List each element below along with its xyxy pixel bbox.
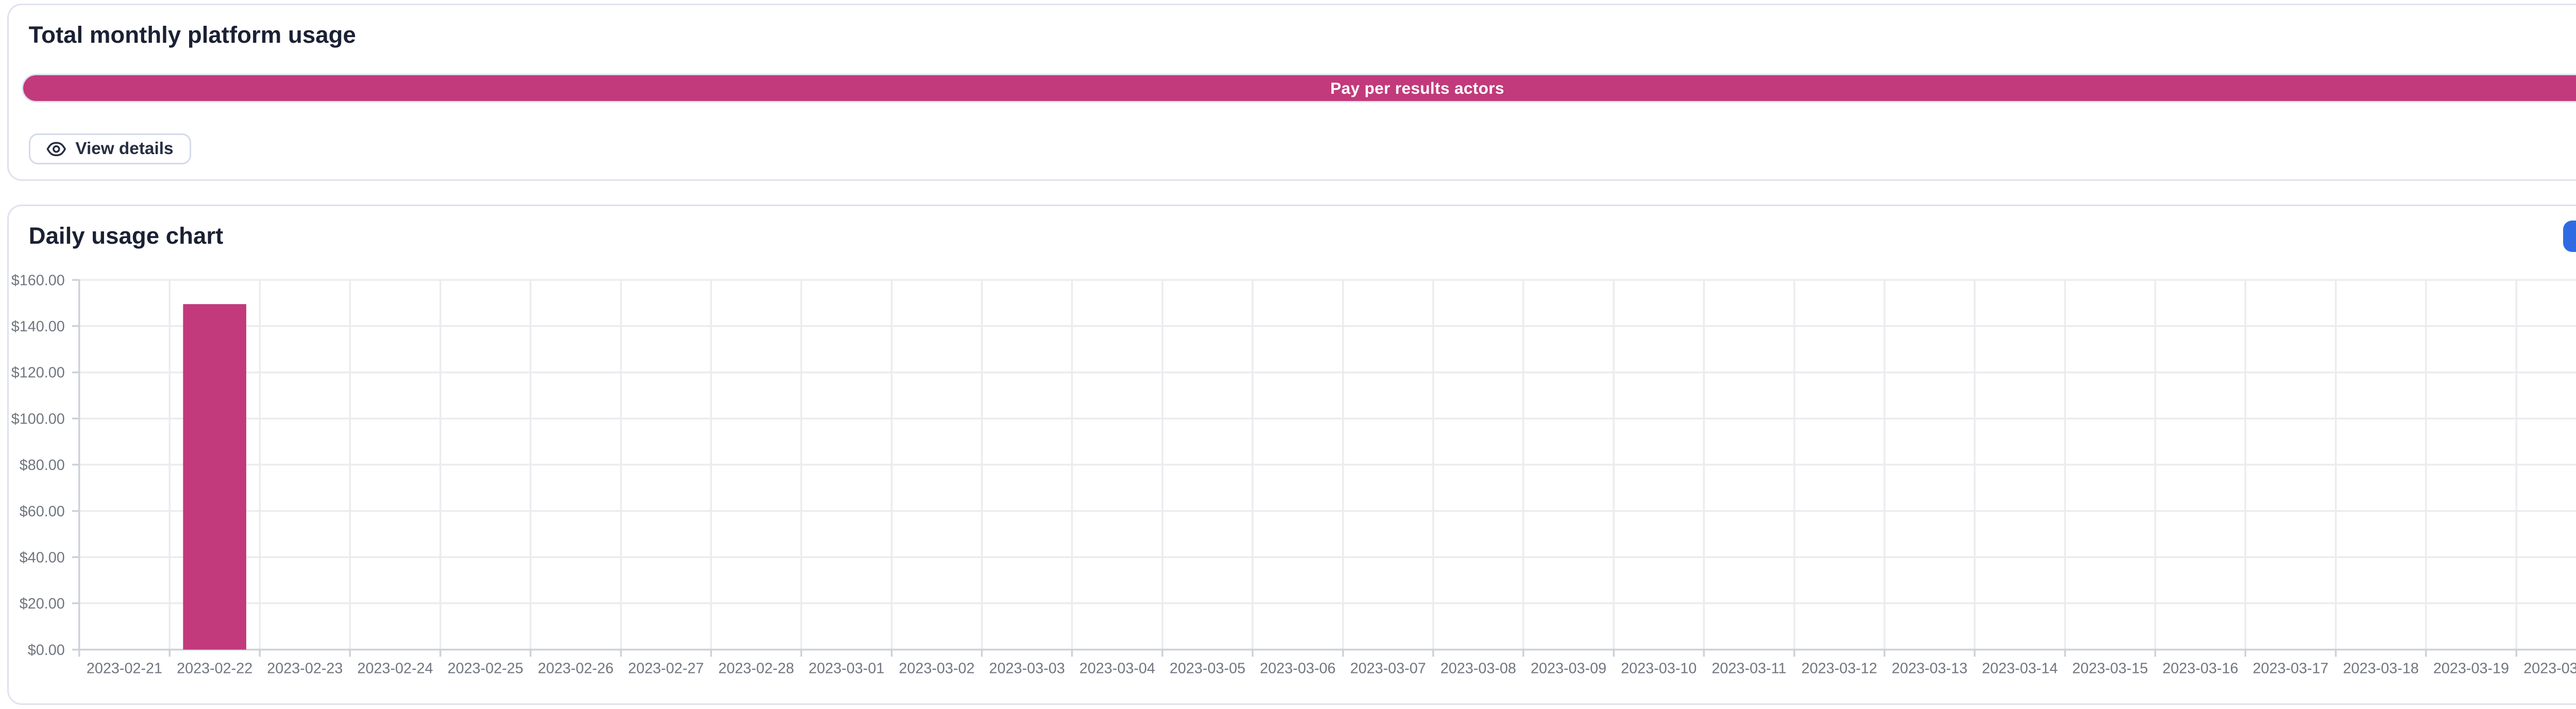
eye-icon [46, 139, 66, 159]
x-axis-label: 2023-03-16 [2162, 661, 2238, 677]
x-axis-label: 2023-03-09 [1531, 661, 1606, 677]
chart-bar[interactable] [183, 304, 246, 649]
x-axis-label: 2023-03-14 [1982, 661, 2058, 677]
monthly-usage-title: Total monthly platform usage [29, 22, 356, 48]
y-axis-label: $160.00 [11, 273, 65, 289]
y-axis-label: $80.00 [20, 457, 65, 474]
x-axis-label: 2023-03-04 [1079, 661, 1155, 677]
x-axis-label: 2023-02-26 [538, 661, 614, 677]
x-axis-label: 2023-03-03 [989, 661, 1065, 677]
y-axis-label: $60.00 [20, 503, 65, 520]
daily-chart-header: Daily usage chart Absolute Cumulative [9, 206, 2576, 252]
x-axis-label: 2023-03-11 [1711, 661, 1786, 677]
daily-usage-card: Daily usage chart Absolute Cumulative $0… [7, 205, 2576, 705]
x-axis-label: 2023-02-24 [358, 661, 433, 677]
x-axis-label: 2023-03-20 [2523, 661, 2576, 677]
y-axis-label: $20.00 [20, 596, 65, 612]
view-details-label: View details [75, 139, 173, 159]
y-axis-label: $40.00 [20, 550, 65, 566]
x-axis-label: 2023-03-17 [2253, 661, 2329, 677]
x-axis-label: 2023-03-06 [1260, 661, 1335, 677]
view-details-button[interactable]: View details [29, 133, 191, 164]
total-monthly-usage-card: Total monthly platform usage $150.00 Pay… [7, 4, 2576, 181]
daily-chart-title: Daily usage chart [29, 223, 224, 249]
x-axis-label: 2023-03-08 [1440, 661, 1516, 677]
y-axis-label: $100.00 [11, 411, 65, 428]
usage-progress-fill[interactable]: Pay per results actors [23, 75, 2576, 101]
usage-bar-label: Pay per results actors [1330, 79, 1504, 98]
usage-progress-bar[interactable]: Pay per results actors [22, 74, 2576, 103]
usage-dashboard: Total monthly platform usage $150.00 Pay… [0, 0, 2576, 708]
view-mode-toggle: Absolute Cumulative [2563, 221, 2576, 252]
x-axis-label: 2023-03-01 [808, 661, 884, 677]
x-axis-label: 2023-02-21 [87, 661, 162, 677]
x-axis-label: 2023-03-19 [2433, 661, 2509, 677]
chart-area: $0.00 $20.00 $40.00 $60.00 $80.00 $100.00 $120… [9, 255, 2576, 699]
x-axis-label: 2023-03-10 [1621, 661, 1697, 677]
x-axis-label: 2023-02-27 [628, 661, 704, 677]
x-axis-label: 2023-03-13 [1892, 661, 1968, 677]
x-axis-label: 2023-03-18 [2343, 661, 2419, 677]
x-axis-label: 2023-03-12 [1802, 661, 1877, 677]
x-axis-label: 2023-03-02 [899, 661, 975, 677]
y-axis-label: $120.00 [11, 365, 65, 381]
toggle-absolute-button[interactable]: Absolute [2563, 221, 2576, 252]
x-axis-label: 2023-03-07 [1350, 661, 1426, 677]
daily-usage-chart: $0.00 $20.00 $40.00 $60.00 $80.00 $100.00 $120… [9, 255, 2576, 688]
x-axis-label: 2023-02-23 [267, 661, 343, 677]
x-axis-label: 2023-02-22 [177, 661, 252, 677]
x-axis-label: 2023-02-25 [448, 661, 523, 677]
x-axis-label: 2023-03-05 [1170, 661, 1245, 677]
x-axis-label: 2023-02-28 [718, 661, 794, 677]
y-axis-label: $140.00 [11, 318, 65, 335]
x-axis-label: 2023-03-15 [2072, 661, 2148, 677]
y-axis-label: $0.00 [28, 642, 65, 659]
